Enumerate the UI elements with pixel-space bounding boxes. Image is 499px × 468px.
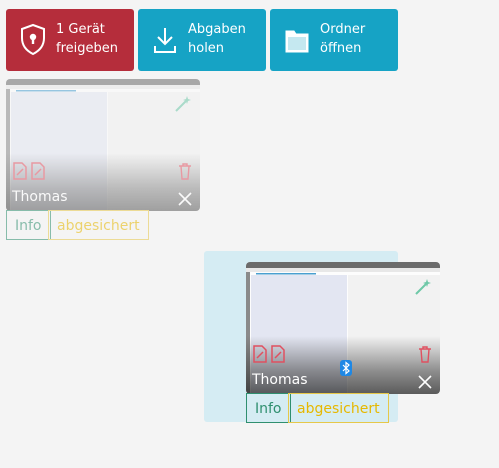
device-screen-preview[interactable]: Thomas [246,262,440,394]
share-label-line1: 1 Gerät [56,22,105,37]
collect-label-line2: holen [188,41,225,56]
edit-file-icon[interactable] [30,162,46,184]
status-badge: abgesichert [288,393,389,423]
edit-file-icon[interactable] [252,345,268,367]
collect-label-line1: Abgaben [188,22,246,37]
status-badge: abgesichert [48,210,149,240]
info-tag[interactable]: Info [246,393,291,423]
device-name: Thomas [12,189,68,205]
share-label-line2: freigeben [56,41,118,56]
edit-file-icon[interactable] [12,162,28,184]
bluetooth-icon [340,360,352,380]
share-device-label: 1 Gerät freigeben [56,20,136,58]
device-name: Thomas [252,372,308,388]
open-folder-button[interactable]: Ordner öffnen [270,9,398,71]
close-icon[interactable] [178,191,192,210]
folder-icon [282,22,312,58]
collect-submissions-label: Abgaben holen [188,20,268,58]
trash-icon[interactable] [418,345,432,367]
device-tags: Info abgesichert [6,210,206,240]
device-tags: Info abgesichert [246,393,446,423]
open-label-line2: öffnen [320,41,362,56]
trash-icon[interactable] [178,162,192,184]
collect-submissions-button[interactable]: Abgaben holen [138,9,266,71]
open-label-line1: Ordner [320,22,366,37]
magic-wand-icon[interactable] [174,95,192,117]
magic-wand-icon[interactable] [414,278,432,300]
info-tag[interactable]: Info [6,210,51,240]
edit-file-icon[interactable] [270,345,286,367]
open-folder-label: Ordner öffnen [320,20,400,58]
share-device-button[interactable]: 1 Gerät freigeben [6,9,134,71]
close-icon[interactable] [418,374,432,393]
device-screen-preview[interactable]: Thomas [6,79,200,211]
download-icon [150,22,180,58]
shield-lock-icon [18,22,48,58]
